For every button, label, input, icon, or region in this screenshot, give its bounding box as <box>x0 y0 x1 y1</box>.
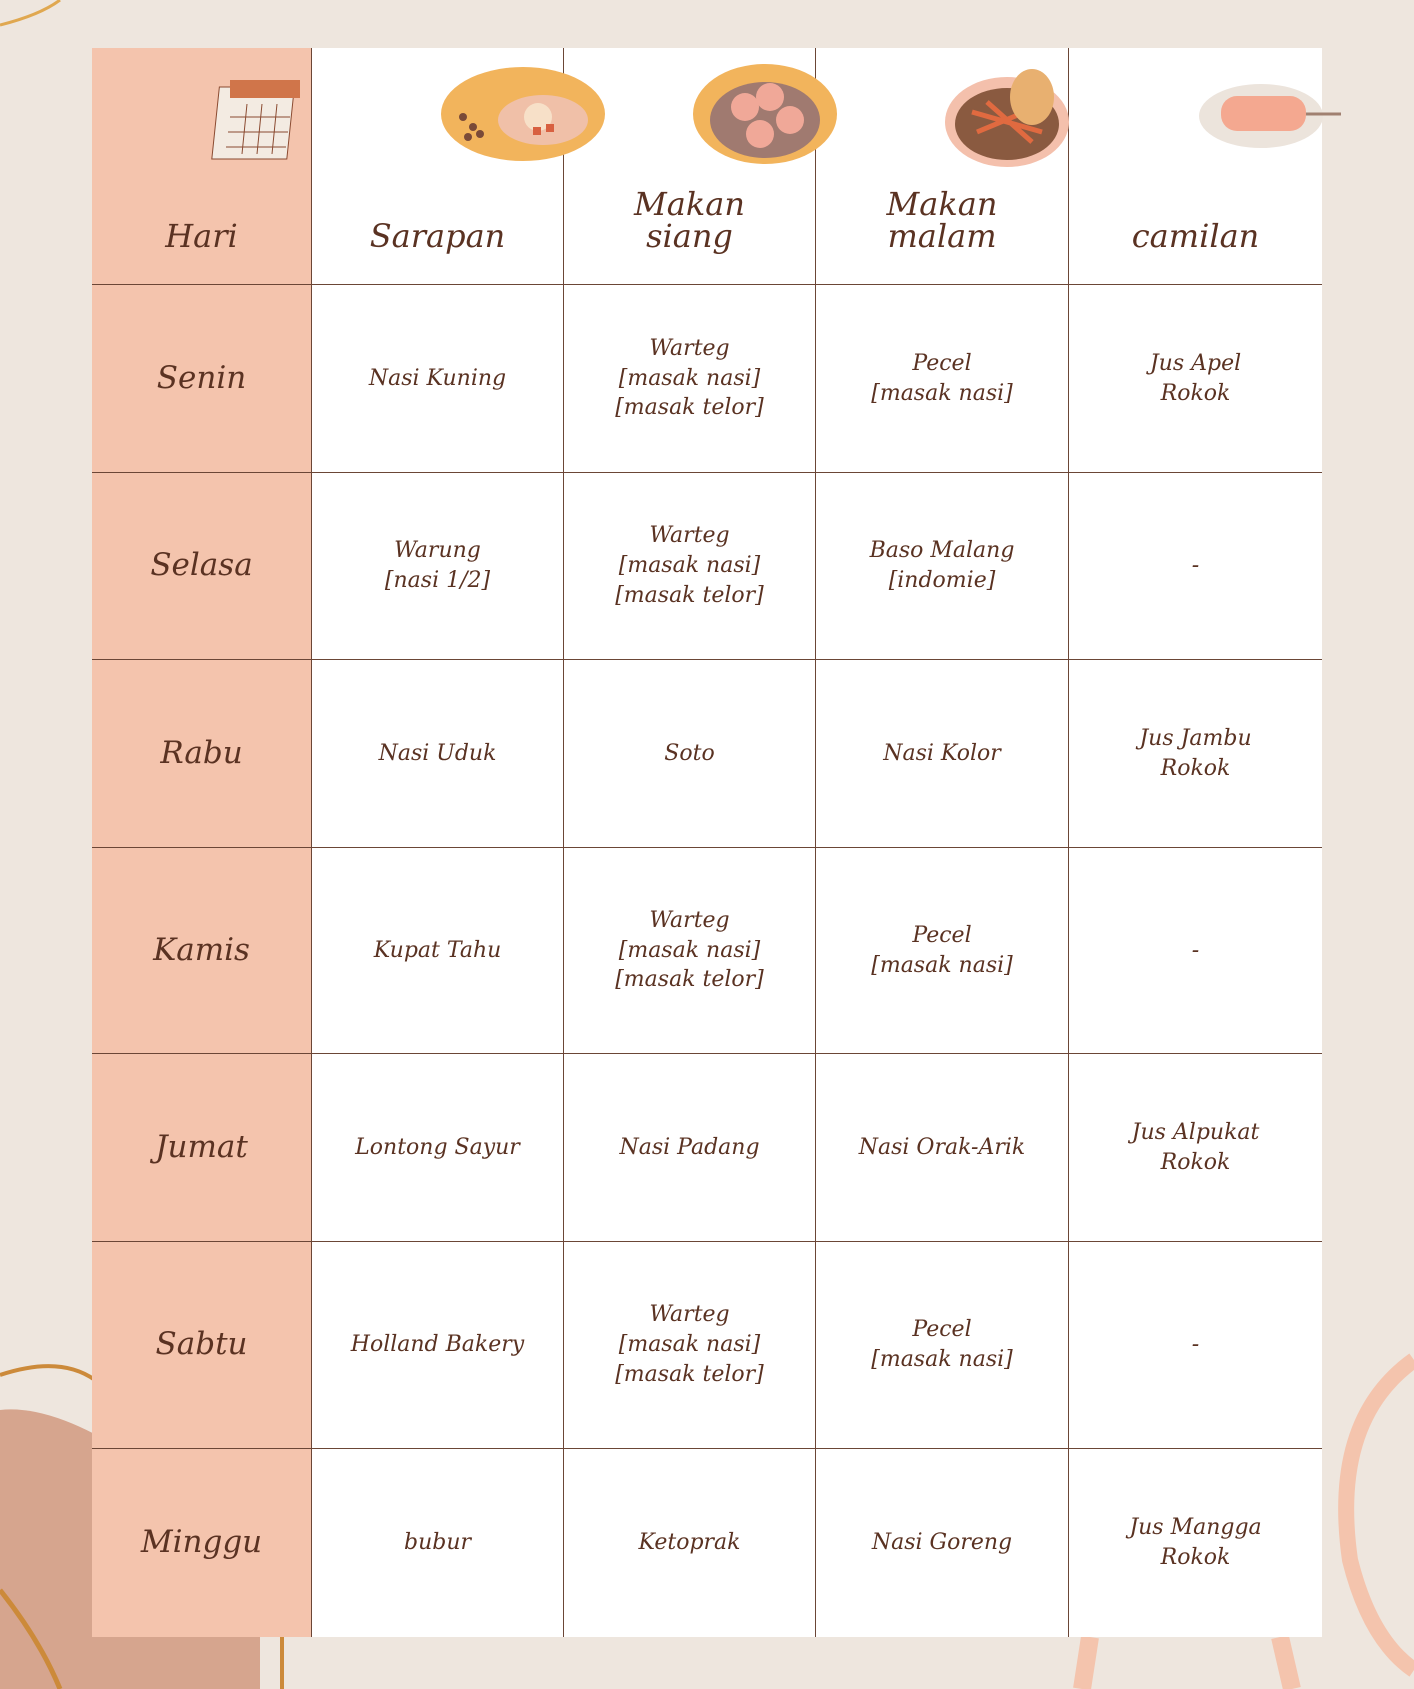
cell-text-line: Nasi Padang <box>619 1134 760 1160</box>
table-cell: Warteg [masak nasi] [masak telor] <box>564 848 816 1054</box>
cell-text-line: Holland Bakery <box>350 1332 525 1358</box>
table-cell: Baso Malang [indomie] <box>816 473 1069 660</box>
table-cell: Nasi Uduk <box>312 660 564 848</box>
table-cell: - <box>1069 1242 1322 1449</box>
cell-text-line: - <box>1191 553 1200 579</box>
cell-text-line: Nasi Orak-Arik <box>858 1134 1026 1160</box>
table-cell: Warteg [masak nasi] [masak telor] <box>564 1242 816 1449</box>
cell-text-line: Lontong Sayur <box>355 1134 520 1160</box>
table-cell: Warung [nasi 1/2] <box>312 473 564 660</box>
day-kamis: Kamis <box>92 848 312 1054</box>
table-cell: Soto <box>564 660 816 848</box>
cell-text-line: [nasi 1/2] <box>384 568 491 593</box>
cell-text-line: Nasi Goreng <box>871 1530 1013 1556</box>
table-cell: Nasi Kolor <box>816 660 1069 848</box>
table-cell: bubur <box>312 1449 564 1637</box>
cell-text-line: [masak telor] <box>615 967 764 993</box>
cell-text-line: Rokok <box>1160 1545 1231 1570</box>
table-cell: Nasi Goreng <box>816 1449 1069 1637</box>
table-cell: Jus Jambu Rokok <box>1069 660 1322 848</box>
cell-text-line: Jus Apel <box>1149 350 1242 376</box>
table-cell: Nasi Orak-Arik <box>816 1054 1069 1242</box>
header-makan-siang: Makan siang <box>564 48 837 285</box>
table-cell: Pecel [masak nasi] <box>816 1242 1069 1449</box>
cell-text-line: [masak nasi] <box>618 937 761 963</box>
table-cell: Holland Bakery <box>312 1242 564 1449</box>
table-cell: Warteg [masak nasi] [masak telor] <box>564 285 816 473</box>
table-cell: Jus Apel Rokok <box>1069 285 1322 473</box>
table-cell: Pecel [masak nasi] <box>816 285 1069 473</box>
cell-text-line: Pecel <box>912 922 972 948</box>
table-cell: Ketoprak <box>564 1449 816 1637</box>
cell-text-line: Rokok <box>1160 1149 1231 1175</box>
header-day: Hari <box>92 48 312 285</box>
table-cell: Kupat Tahu <box>312 848 564 1054</box>
day-rabu: Rabu <box>92 660 312 848</box>
cell-text-line: Nasi Uduk <box>378 740 497 766</box>
header-label: Sarapan <box>369 217 506 255</box>
header-label: Makan malam <box>887 188 998 252</box>
cell-text-line: Jus Alpukat <box>1131 1119 1260 1145</box>
day-minggu: Minggu <box>92 1449 312 1637</box>
table-cell: Pecel [masak nasi] <box>816 848 1069 1054</box>
cell-text-line: Baso Malang <box>869 538 1015 564</box>
table-cell: Jus Mangga Rokok <box>1069 1449 1322 1637</box>
cell-text-line: Rokok <box>1160 380 1231 406</box>
day-jumat: Jumat <box>92 1054 312 1242</box>
cell-text-line: Warteg <box>649 907 730 933</box>
cell-text-line: Warteg <box>649 523 730 549</box>
table-cell: Nasi Padang <box>564 1054 816 1242</box>
cell-text-line: [masak nasi] <box>618 365 761 391</box>
cell-text-line: [masak nasi] <box>618 1332 761 1358</box>
table-cell: - <box>1069 848 1322 1054</box>
header-label-line: Makan <box>886 185 998 223</box>
cell-text-line: Warteg <box>649 1302 730 1328</box>
header-makan-malam: Makan malam <box>816 48 1069 285</box>
cell-text-line: Soto <box>664 740 715 766</box>
cell-text-line: Warung <box>394 538 481 564</box>
cell-text-line: [masak telor] <box>615 395 764 421</box>
cell-text-line: [masak nasi] <box>871 952 1013 978</box>
cell-text-line: Warteg <box>649 335 730 361</box>
cell-text-line: Jus Mangga <box>1129 1515 1262 1541</box>
header-camilan: camilan <box>1069 48 1341 285</box>
header-sarapan: Sarapan <box>312 48 605 285</box>
cell-text-line: Kupat Tahu <box>373 937 502 963</box>
cell-text-line: Jus Jambu <box>1139 725 1252 751</box>
cell-text-line: [masak telor] <box>615 582 764 608</box>
header-label: Makan siang <box>634 188 745 252</box>
cell-text-line: Rokok <box>1160 755 1231 781</box>
cell-text-line: Pecel <box>912 350 972 376</box>
cell-text-line: Nasi Kuning <box>368 365 507 391</box>
cell-text-line: - <box>1191 1332 1200 1358</box>
table-cell: Nasi Kuning <box>312 285 564 473</box>
cell-text-line: Ketoprak <box>638 1530 741 1556</box>
cell-text-line: - <box>1191 937 1200 963</box>
table-cell: - <box>1069 473 1322 660</box>
cell-text-line: [masak nasi] <box>618 553 761 579</box>
cell-text-line: bubur <box>403 1530 472 1556</box>
header-label-line: siang <box>646 217 733 255</box>
header-label-line: malam <box>887 217 997 255</box>
day-sabtu: Sabtu <box>92 1242 312 1449</box>
cell-text-line: [masak nasi] <box>871 380 1013 406</box>
cell-text-line: [masak telor] <box>615 1361 764 1387</box>
cell-text-line: Pecel <box>912 1317 972 1343</box>
meal-schedule-table: Hari Sarapan Makan siang Makan malam camilan Se… <box>92 48 1341 1637</box>
table-cell: Jus Alpukat Rokok <box>1069 1054 1322 1242</box>
table-cell: Warteg [masak nasi] [masak telor] <box>564 473 816 660</box>
cell-text-line: Nasi Kolor <box>883 740 1001 766</box>
header-label: Hari <box>165 217 238 255</box>
header-label-line: Makan <box>634 185 745 223</box>
cell-text-line: [masak nasi] <box>871 1347 1013 1372</box>
cell-text-line: [indomie] <box>888 568 996 593</box>
table-cell: Lontong Sayur <box>312 1054 564 1242</box>
header-label: camilan <box>1131 217 1260 255</box>
day-selasa: Selasa <box>92 473 312 660</box>
day-senin: Senin <box>92 285 312 473</box>
